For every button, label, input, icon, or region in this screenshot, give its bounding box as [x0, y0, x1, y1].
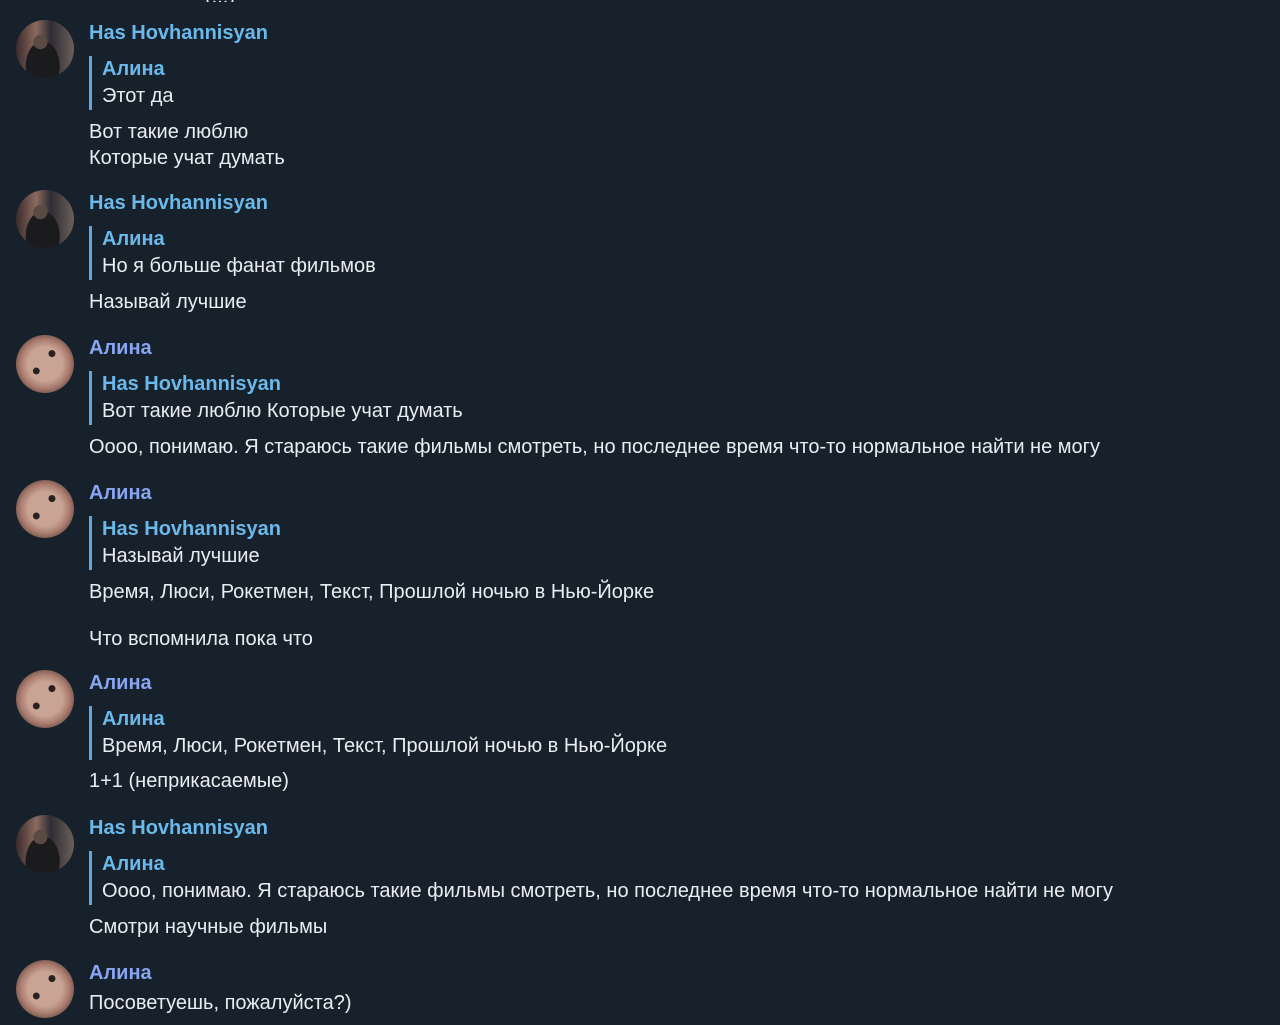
message-text: Оооо, понимаю. Я стараюсь такие фильмы с… — [89, 436, 1100, 458]
reply-quote[interactable]: Алина Оооо, понимаю. Я стараюсь такие фи… — [89, 851, 1239, 905]
reply-quote[interactable]: Алина Но я больше фанат фильмов — [89, 226, 1239, 280]
reply-text: Но я больше фанат фильмов — [102, 255, 376, 277]
message-group: Has Hovhannisyan Алина Но я больше фанат… — [0, 190, 1280, 316]
chat-history: (...) Has Hovhannisyan Алина Этот да Вот… — [0, 0, 1280, 1025]
user-avatar[interactable] — [16, 670, 74, 728]
message-group: Алина Алина Время, Люси, Рокетмен, Текст… — [0, 670, 1280, 796]
reply-author: Алина — [102, 853, 165, 875]
previous-message-fragment: (...) — [205, 0, 355, 2]
reply-text: Вот такие люблю Которые учат думать — [102, 400, 463, 422]
user-avatar[interactable] — [16, 815, 74, 873]
reply-quote[interactable]: Has Hovhannisyan Вот такие люблю Которые… — [89, 371, 1239, 425]
reply-author: Алина — [102, 708, 165, 730]
user-avatar[interactable] — [16, 20, 74, 78]
message-sender-name[interactable]: Алина — [89, 481, 152, 505]
reply-author: Has Hovhannisyan — [102, 373, 281, 395]
user-avatar[interactable] — [16, 190, 74, 248]
reply-author: Has Hovhannisyan — [102, 518, 281, 540]
reply-quote[interactable]: Алина Этот да — [89, 56, 1239, 110]
reply-text: Время, Люси, Рокетмен, Текст, Прошлой но… — [102, 735, 668, 757]
user-avatar[interactable] — [16, 960, 74, 1018]
message-group: Has Hovhannisyan Алина Оооо, понимаю. Я … — [0, 815, 1280, 941]
reply-author: Алина — [102, 228, 165, 250]
message-sender-name[interactable]: Has Hovhannisyan — [89, 816, 268, 840]
message-sender-name[interactable]: Has Hovhannisyan — [89, 21, 268, 45]
message-group: Алина Has Hovhannisyan Вот такие люблю К… — [0, 335, 1280, 461]
message-group: Алина Посоветуешь, пожалуйста?) — [0, 960, 1280, 1025]
reply-text: Называй лучшие — [102, 545, 260, 567]
message-text: Которые учат думать — [89, 147, 285, 169]
message-text: Вот такие люблю — [89, 121, 249, 143]
message-sender-name[interactable]: Алина — [89, 336, 152, 360]
message-text: Время, Люси, Рокетмен, Текст, Прошлой но… — [89, 581, 655, 603]
message-text: Посоветуешь, пожалуйста?) — [89, 992, 352, 1014]
message-sender-name[interactable]: Has Hovhannisyan — [89, 191, 268, 215]
message-sender-name[interactable]: Алина — [89, 961, 152, 985]
reply-text: Оооо, понимаю. Я стараюсь такие фильмы с… — [102, 880, 1113, 902]
reply-quote[interactable]: Has Hovhannisyan Называй лучшие — [89, 516, 1239, 570]
reply-text: Этот да — [102, 85, 174, 107]
message-text: 1+1 (неприкасаемые) — [89, 770, 289, 792]
message-group: Алина Has Hovhannisyan Называй лучшие Вр… — [0, 480, 1280, 660]
message-text: Смотри научные фильмы — [89, 916, 328, 938]
message-text: Что вспомнила пока что — [89, 628, 313, 650]
reply-author: Алина — [102, 58, 165, 80]
message-sender-name[interactable]: Алина — [89, 671, 152, 695]
user-avatar[interactable] — [16, 335, 74, 393]
message-group: Has Hovhannisyan Алина Этот да Вот такие… — [0, 20, 1280, 170]
reply-quote[interactable]: Алина Время, Люси, Рокетмен, Текст, Прош… — [89, 706, 1239, 760]
message-text: Называй лучшие — [89, 291, 247, 313]
user-avatar[interactable] — [16, 480, 74, 538]
